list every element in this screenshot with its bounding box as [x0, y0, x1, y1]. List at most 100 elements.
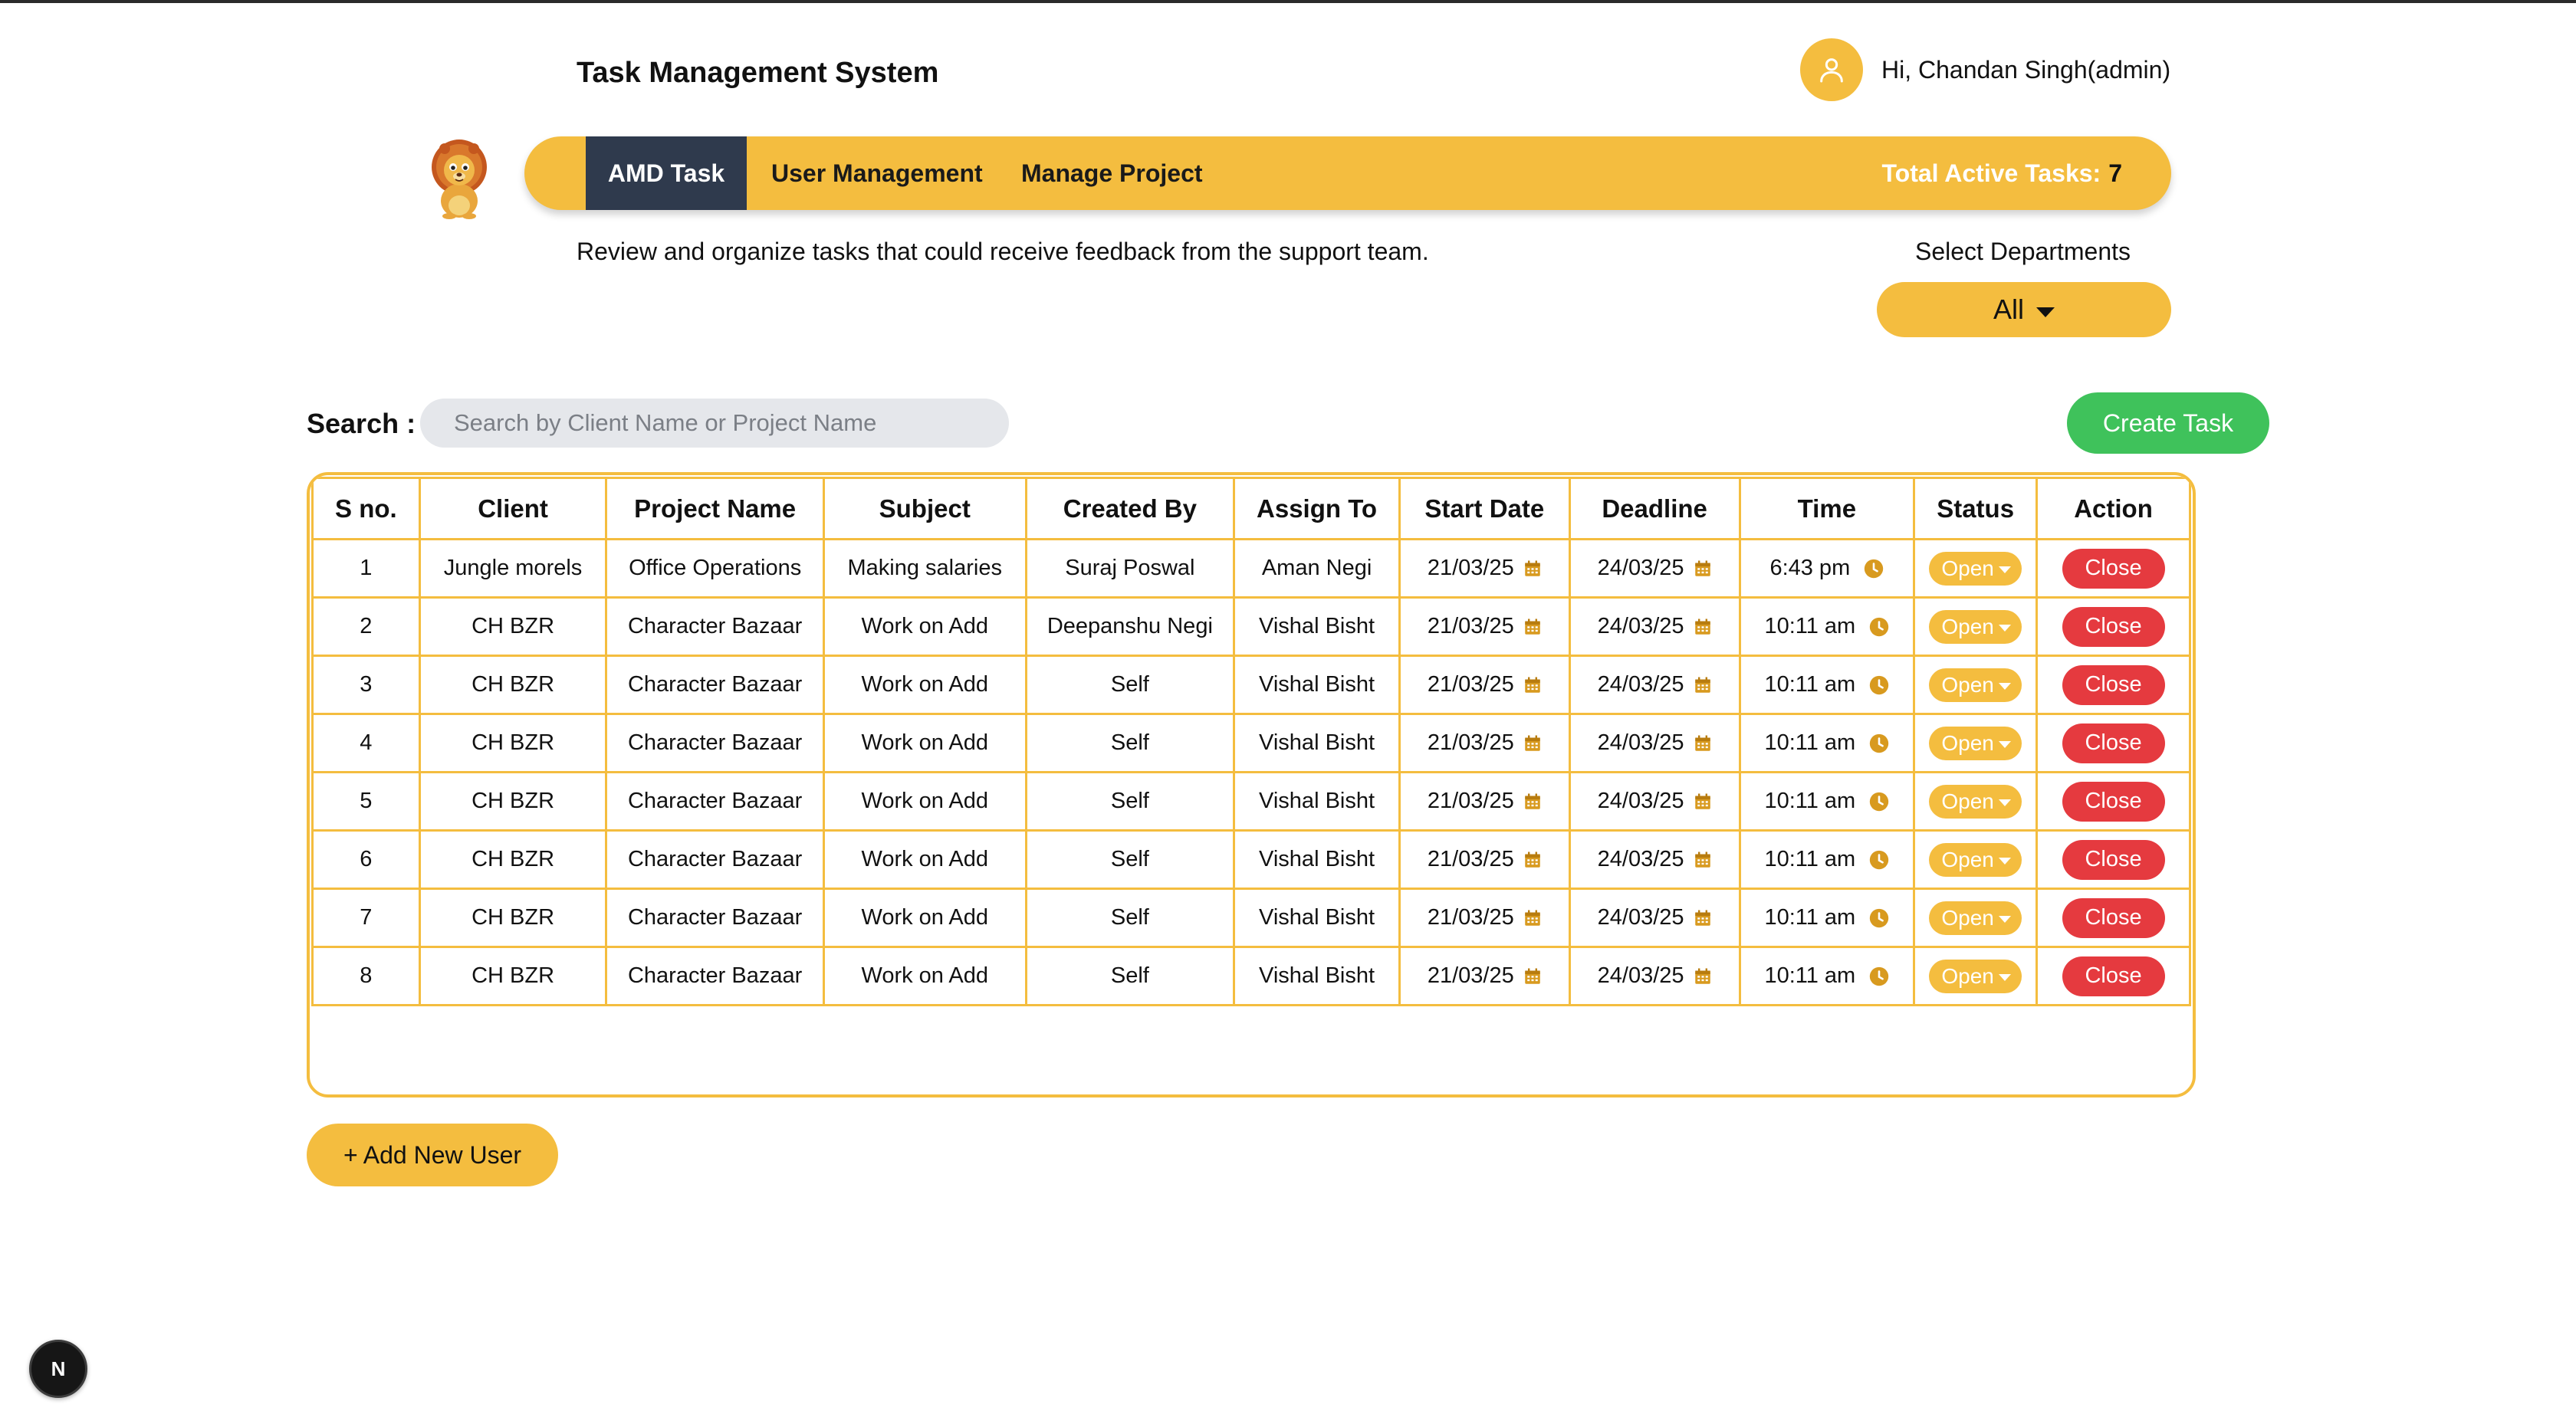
cell-start-date[interactable]: 21/03/25 — [1398, 771, 1571, 832]
start-date-value: 21/03/25 — [1427, 556, 1514, 580]
calendar-icon — [1525, 910, 1540, 926]
status-dropdown[interactable]: Open — [1929, 726, 2022, 760]
time-value: 6:43 pm — [1769, 556, 1851, 580]
close-task-button[interactable]: Close — [2062, 548, 2165, 589]
cell-deadline[interactable]: 24/03/25 — [1568, 596, 1741, 657]
cell-time[interactable]: 10:11 am — [1738, 888, 1916, 948]
table-row: 8 CH BZR Character Bazaar Work on Add Self Vi… — [311, 946, 2191, 1006]
cell-time[interactable]: 6:43 pm — [1738, 538, 1916, 599]
cell-time[interactable]: 10:11 am — [1738, 655, 1916, 715]
nextjs-n-icon: N — [51, 1357, 66, 1380]
clock-icon — [1865, 559, 1884, 578]
close-task-button[interactable]: Close — [2062, 781, 2165, 822]
tab-manage-project[interactable]: Manage Project — [1021, 136, 1203, 210]
tab-user-management[interactable]: User Management — [771, 136, 983, 210]
caret-down-icon — [1998, 916, 2011, 923]
clock-icon — [1870, 850, 1889, 869]
status-dropdown[interactable]: Open — [1929, 959, 2022, 993]
deadline-value: 24/03/25 — [1597, 789, 1684, 813]
status-dropdown[interactable]: Open — [1929, 609, 2022, 644]
cell-time[interactable]: 10:11 am — [1738, 596, 1916, 657]
cell-project-name: Character Bazaar — [605, 713, 825, 773]
cell-deadline[interactable]: 24/03/25 — [1568, 888, 1741, 948]
cell-project-name: Office Operations — [605, 538, 825, 599]
cell-assign-to: Aman Negi — [1233, 538, 1401, 599]
cell-deadline[interactable]: 24/03/25 — [1568, 713, 1741, 773]
close-task-button[interactable]: Close — [2062, 606, 2165, 647]
col-header-action: Action — [2036, 477, 2191, 540]
cell-time[interactable]: 10:11 am — [1738, 829, 1916, 890]
status-dropdown[interactable]: Open — [1929, 901, 2022, 935]
status-value: Open — [1941, 614, 1994, 638]
calendar-icon — [1525, 618, 1540, 635]
create-task-button[interactable]: Create Task — [2067, 392, 2269, 454]
close-task-button[interactable]: Close — [2062, 897, 2165, 938]
close-task-button[interactable]: Close — [2062, 664, 2165, 705]
cell-time[interactable]: 10:11 am — [1738, 771, 1916, 832]
cell-start-date[interactable]: 21/03/25 — [1398, 655, 1571, 715]
cell-deadline[interactable]: 24/03/25 — [1568, 655, 1741, 715]
cell-status: Open — [1913, 771, 2039, 832]
table-row: 7 CH BZR Character Bazaar Work on Add Self Vi… — [311, 888, 2191, 948]
status-dropdown[interactable]: Open — [1929, 668, 2022, 702]
cell-action: Close — [2036, 596, 2191, 657]
close-task-button[interactable]: Close — [2062, 839, 2165, 880]
user-greeting: Hi, Chandan Singh(admin) — [1881, 55, 2171, 84]
col-header-subject: Subject — [822, 477, 1027, 540]
cell-created-by: Self — [1024, 946, 1236, 1006]
cell-assign-to: Vishal Bisht — [1233, 771, 1401, 832]
status-dropdown[interactable]: Open — [1929, 551, 2022, 586]
time-value: 10:11 am — [1764, 847, 1856, 871]
cell-subject: Work on Add — [822, 596, 1027, 657]
status-dropdown[interactable]: Open — [1929, 784, 2022, 819]
cell-time[interactable]: 10:11 am — [1738, 713, 1916, 773]
close-task-button[interactable]: Close — [2062, 956, 2165, 996]
deadline-value: 24/03/25 — [1597, 556, 1684, 580]
cell-start-date[interactable]: 21/03/25 — [1398, 946, 1571, 1006]
add-new-user-button[interactable]: + Add New User — [307, 1124, 558, 1186]
close-task-button[interactable]: Close — [2062, 723, 2165, 763]
cell-deadline[interactable]: 24/03/25 — [1568, 829, 1741, 890]
start-date-value: 21/03/25 — [1427, 672, 1514, 697]
col-header-project-name: Project Name — [605, 477, 825, 540]
col-header-deadline: Deadline — [1568, 477, 1741, 540]
tasks-table: S no. Client Project Name Subject Create… — [311, 477, 2191, 1006]
status-dropdown[interactable]: Open — [1929, 842, 2022, 877]
departments-select[interactable]: All — [1877, 282, 2171, 337]
col-header-time: Time — [1738, 477, 1916, 540]
cell-assign-to: Vishal Bisht — [1233, 829, 1401, 890]
cell-start-date[interactable]: 21/03/25 — [1398, 888, 1571, 948]
cell-action: Close — [2036, 946, 2191, 1006]
n-letter: N — [51, 1357, 66, 1380]
departments-label: Select Departments — [1915, 238, 2131, 265]
time-value: 10:11 am — [1764, 905, 1856, 930]
calendar-icon — [1694, 677, 1710, 693]
cell-deadline[interactable]: 24/03/25 — [1568, 946, 1741, 1006]
user-menu[interactable]: Hi, Chandan Singh(admin) — [1800, 38, 2170, 101]
lion-mascot-icon — [423, 136, 495, 219]
clock-icon — [1870, 966, 1889, 986]
calendar-icon — [1525, 735, 1540, 751]
cell-deadline[interactable]: 24/03/25 — [1568, 538, 1741, 599]
table-body: 1 Jungle morels Office Operations Making sa… — [311, 538, 2191, 1006]
deadline-value: 24/03/25 — [1597, 905, 1684, 930]
cell-project-name: Character Bazaar — [605, 829, 825, 890]
cell-start-date[interactable]: 21/03/25 — [1398, 829, 1571, 890]
status-value: Open — [1941, 789, 1994, 813]
cell-start-date[interactable]: 21/03/25 — [1398, 596, 1571, 657]
table-row: 6 CH BZR Character Bazaar Work on Add Self Vi… — [311, 829, 2191, 890]
cell-project-name: Character Bazaar — [605, 655, 825, 715]
cell-sno: 6 — [311, 829, 421, 890]
cell-start-date[interactable]: 21/03/25 — [1398, 713, 1571, 773]
nextjs-dev-badge[interactable]: N — [29, 1340, 87, 1398]
cell-client: CH BZR — [418, 946, 608, 1006]
cell-project-name: Character Bazaar — [605, 888, 825, 948]
cell-client: CH BZR — [418, 713, 608, 773]
cell-deadline[interactable]: 24/03/25 — [1568, 771, 1741, 832]
tab-amd-task[interactable]: AMD Task — [586, 136, 747, 210]
start-date-value: 21/03/25 — [1427, 963, 1514, 988]
cell-start-date[interactable]: 21/03/25 — [1398, 538, 1571, 599]
cell-assign-to: Vishal Bisht — [1233, 888, 1401, 948]
cell-time[interactable]: 10:11 am — [1738, 946, 1916, 1006]
search-input[interactable] — [420, 399, 1009, 448]
